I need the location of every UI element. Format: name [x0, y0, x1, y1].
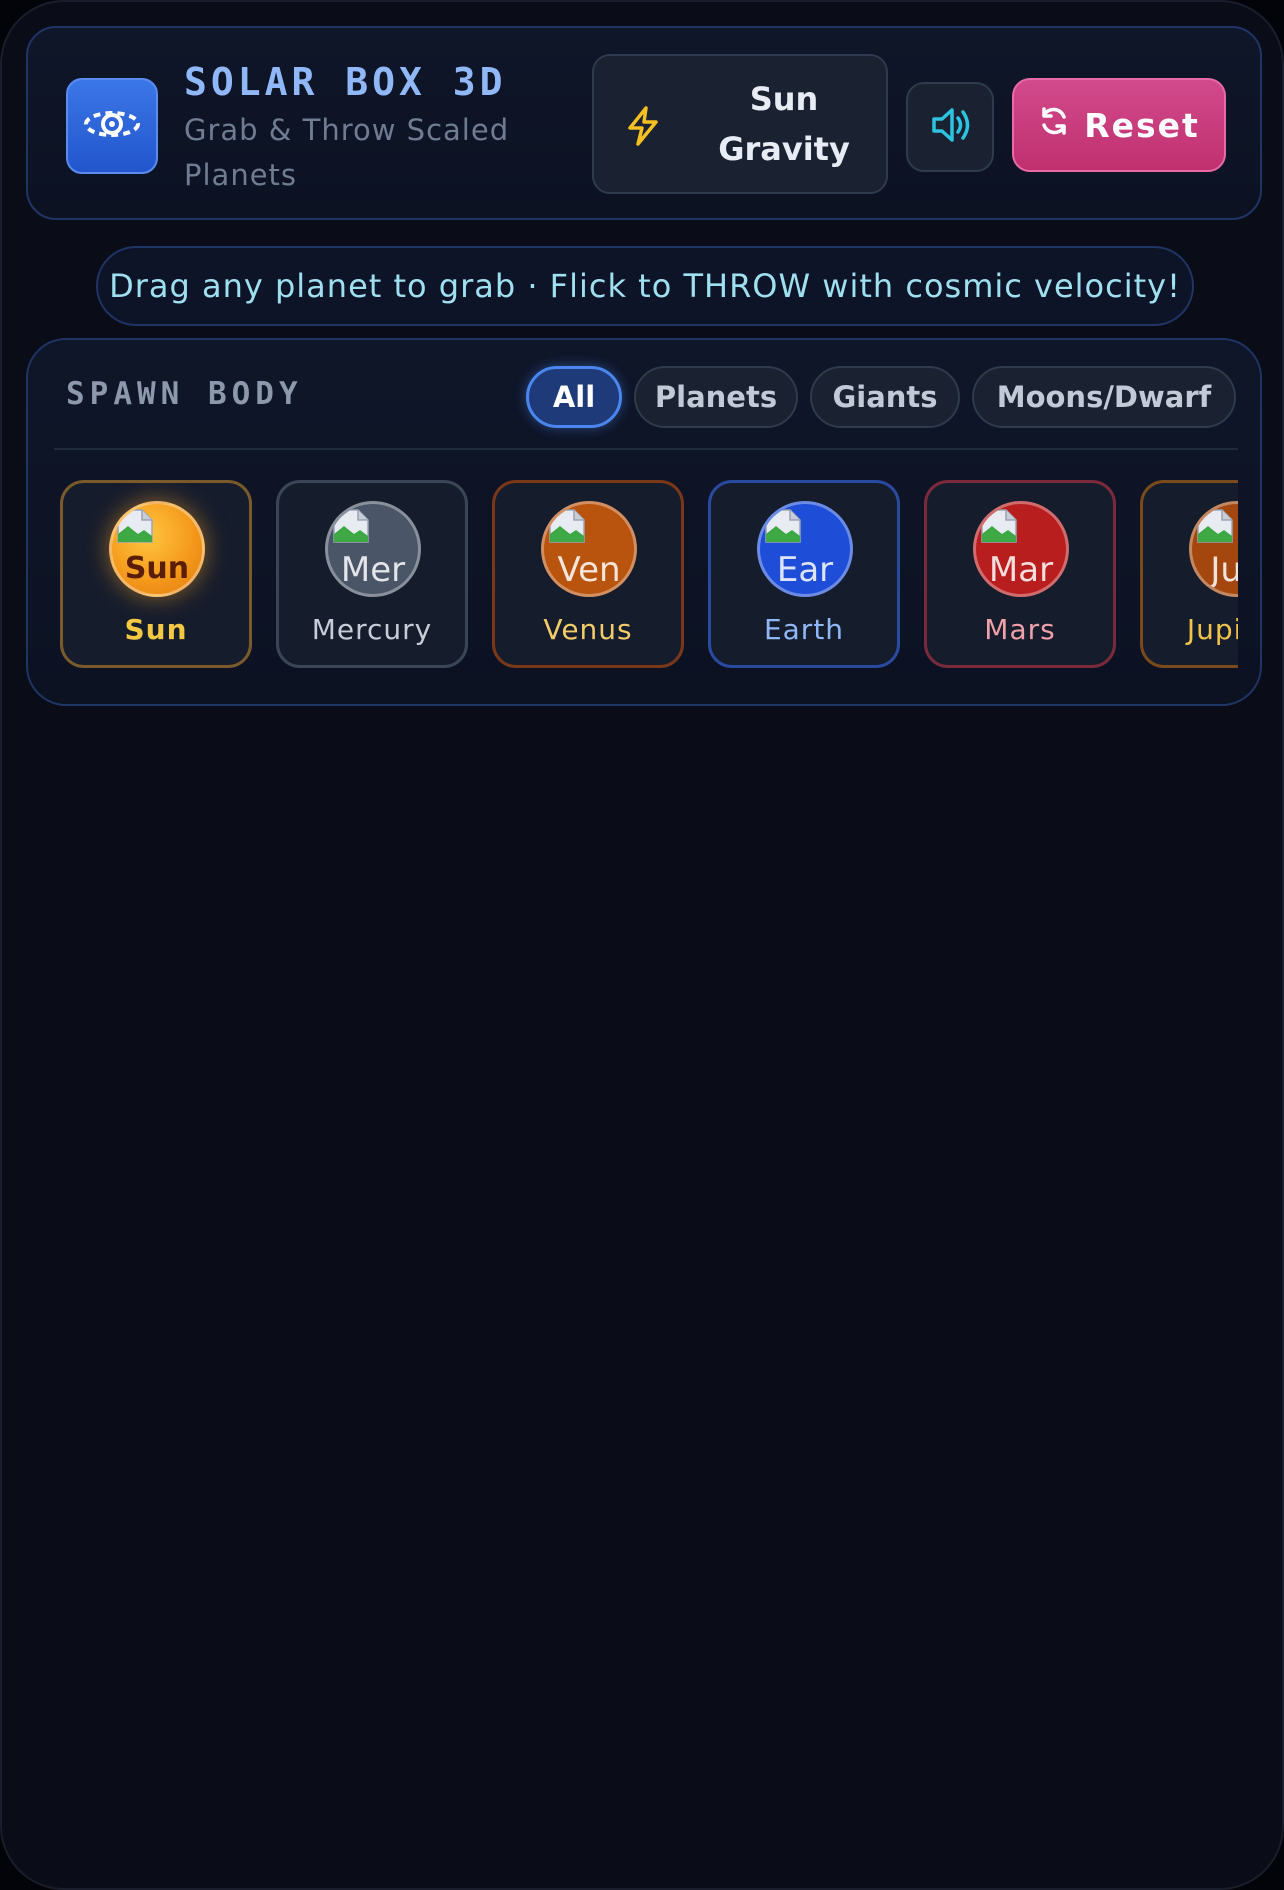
- reset-label: Reset: [1084, 105, 1200, 145]
- body-thumbnail-alt-text: Ear: [776, 550, 834, 590]
- header-card: SOLAR BOX 3D Grab & Throw Scaled Planets…: [26, 26, 1262, 220]
- body-thumbnail: Ven: [541, 501, 637, 597]
- body-thumbnail-alt-text: Jup: [1210, 550, 1238, 590]
- broken-image-icon: [333, 509, 369, 543]
- body-card-label: Earth: [763, 613, 845, 646]
- broken-image-icon: [549, 509, 585, 543]
- body-thumbnail-alt-text: Sun: [124, 551, 190, 586]
- spawn-body-title: SPAWN BODY: [66, 376, 303, 412]
- body-thumbnail-alt-text: Ven: [557, 550, 621, 590]
- broken-image-icon: [981, 509, 1017, 543]
- sound-toggle-button[interactable]: [906, 82, 994, 172]
- instruction-banner: Drag any planet to grab · Flick to THROW…: [96, 246, 1194, 326]
- body-thumbnail: Sun: [109, 501, 205, 597]
- panel-divider: [54, 448, 1238, 450]
- body-card-label: Mars: [984, 613, 1056, 646]
- body-thumbnail-alt-text: Mer: [340, 550, 406, 590]
- sun-gravity-label: Sun Gravity: [718, 80, 850, 168]
- body-thumbnail: Ear: [757, 501, 853, 597]
- body-thumbnail-alt-text: Mar: [988, 550, 1054, 590]
- speaker-icon: [928, 105, 972, 149]
- body-thumbnail: Mar: [973, 501, 1069, 597]
- broken-image-icon: [1197, 509, 1233, 543]
- sun-gravity-button[interactable]: Sun Gravity: [592, 54, 888, 194]
- app-logo: [66, 78, 158, 174]
- lightning-bolt-icon: [626, 106, 660, 150]
- app-window: SOLAR BOX 3D Grab & Throw Scaled Planets…: [0, 0, 1284, 1890]
- broken-image-icon: [765, 509, 801, 543]
- body-card-list[interactable]: Sun Sun Mer Mercury Ven Venus Ear Earth Mar Mars J…: [60, 480, 1238, 672]
- filter-tab-giants[interactable]: Giants: [810, 366, 960, 428]
- filter-tab-all[interactable]: All: [526, 366, 622, 428]
- refresh-icon: [1038, 105, 1070, 145]
- body-thumbnail: Jup: [1189, 501, 1238, 597]
- broken-image-icon: [117, 509, 153, 543]
- body-card-label: Mercury: [311, 613, 433, 646]
- body-card-label: Jupiter: [1186, 613, 1238, 646]
- body-thumbnail: Mer: [325, 501, 421, 597]
- body-card-sun[interactable]: Sun Sun: [60, 480, 252, 668]
- body-card-mercury[interactable]: Mer Mercury: [276, 480, 468, 668]
- body-card-label: Venus: [543, 613, 633, 646]
- app-title: SOLAR BOX 3D: [184, 60, 507, 104]
- filter-tab-planets[interactable]: Planets: [634, 366, 798, 428]
- body-card-earth[interactable]: Ear Earth: [708, 480, 900, 668]
- body-card-venus[interactable]: Ven Venus: [492, 480, 684, 668]
- filter-tab-moons-dwarf[interactable]: Moons/Dwarf: [972, 366, 1236, 428]
- body-card-mars[interactable]: Mar Mars: [924, 480, 1116, 668]
- body-card-jupiter[interactable]: Jup Jupiter: [1140, 480, 1238, 668]
- app-subtitle: Grab & Throw Scaled Planets: [184, 113, 510, 192]
- eye-orbit-icon: [83, 104, 141, 148]
- body-card-label: Sun: [124, 613, 188, 646]
- reset-button[interactable]: Reset: [1012, 78, 1226, 172]
- spawn-body-panel: SPAWN BODY All Planets Giants Moons/Dwar…: [26, 338, 1262, 706]
